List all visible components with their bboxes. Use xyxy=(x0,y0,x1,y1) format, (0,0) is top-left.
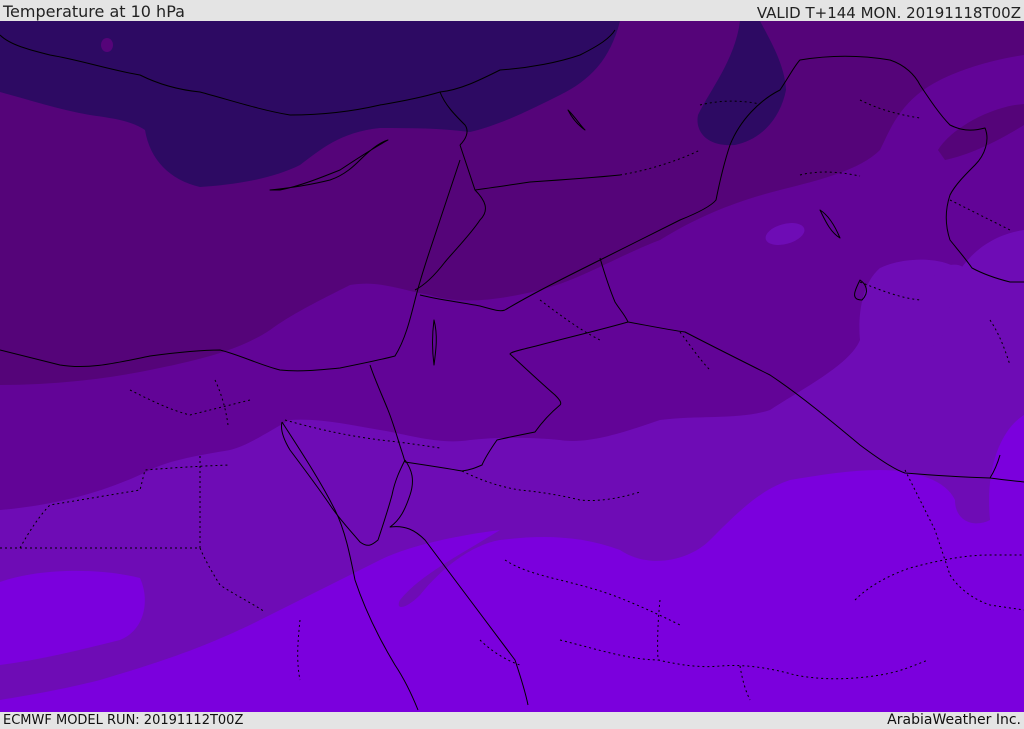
band-darkest-speck xyxy=(101,38,113,52)
map-title: Temperature at 10 hPa xyxy=(3,2,185,21)
footer-bar: ECMWF MODEL RUN: 20191112T00Z ArabiaWeat… xyxy=(0,712,1024,729)
model-run-label: ECMWF MODEL RUN: 20191112T00Z xyxy=(3,713,244,728)
valid-time-label: VALID T+144 MON. 20191118T00Z xyxy=(756,4,1021,22)
temperature-map[interactable] xyxy=(0,21,1024,712)
header-bar: Temperature at 10 hPa VALID T+144 MON. 2… xyxy=(0,0,1024,22)
credit-label: ArabiaWeather Inc. xyxy=(887,712,1021,728)
